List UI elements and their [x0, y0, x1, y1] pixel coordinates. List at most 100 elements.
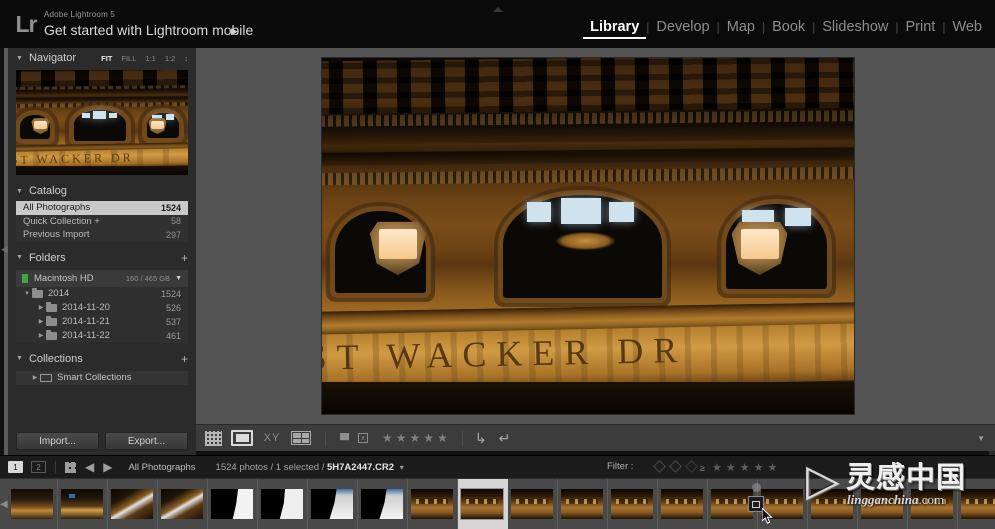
rotate-left-icon[interactable]: ↳: [475, 430, 487, 447]
filter-star-5-icon[interactable]: ★: [767, 461, 777, 474]
identity-plate-headline[interactable]: Get started with Lightroom mobile: [44, 22, 253, 38]
forward-arrow-icon[interactable]: ▶: [103, 460, 112, 474]
collection-row-smart-collections[interactable]: ▶ Smart Collections: [16, 370, 188, 385]
filmstrip-thumbnail[interactable]: [358, 478, 408, 529]
filmstrip-thumbnail[interactable]: [58, 478, 108, 529]
filter-flag-unflagged-icon[interactable]: [669, 460, 682, 473]
compare-view-icon[interactable]: XY: [262, 431, 282, 446]
current-filename[interactable]: 5H7A2447.CR2: [327, 462, 394, 473]
folder-row-2014-11-20[interactable]: ▶ 2014-11-20 526: [16, 301, 188, 315]
grid-view-icon[interactable]: [65, 461, 76, 473]
chevron-down-icon[interactable]: ▼: [16, 55, 23, 62]
volume-browser-macintosh-hd[interactable]: Macintosh HD 160 / 465 GB ▼: [16, 269, 188, 287]
folders-section: ▼ Folders + Macintosh HD 160 / 465 GB ▼ …: [8, 248, 196, 343]
top-panel-toggle[interactable]: [489, 5, 507, 12]
filter-star-2-icon[interactable]: ★: [726, 461, 736, 474]
star-2-icon[interactable]: ★: [396, 431, 407, 445]
zoom-mode-fill[interactable]: FILL: [121, 54, 136, 63]
back-arrow-icon[interactable]: ◀: [85, 460, 94, 474]
star-3-icon[interactable]: ★: [410, 431, 421, 445]
filmstrip-thumbnail[interactable]: [558, 478, 608, 529]
module-web[interactable]: Web: [945, 19, 989, 35]
filmstrip-source-label[interactable]: All Photographs: [128, 462, 195, 473]
chevron-down-icon[interactable]: ▾: [400, 463, 404, 472]
filter-star-group[interactable]: ≥ ★ ★ ★ ★ ★: [700, 461, 777, 474]
catalog-item-quick-collection[interactable]: Quick Collection + 58: [16, 215, 188, 229]
navigator-preview[interactable]: ST WACKER DR: [16, 70, 188, 175]
toolbar-options-caret-icon[interactable]: ▼: [977, 434, 985, 443]
collections-header[interactable]: ▼ Collections +: [8, 349, 196, 369]
catalog-item-all-photographs[interactable]: All Photographs 1524: [16, 201, 188, 215]
chevron-right-icon[interactable]: ▶: [36, 304, 46, 311]
left-panel-collapse-arrow[interactable]: ◀: [1, 244, 8, 256]
folder-row-2014-11-22[interactable]: ▶ 2014-11-22 461: [16, 329, 188, 343]
import-button[interactable]: Import...: [16, 432, 99, 450]
filmstrip-thumbnail[interactable]: [408, 478, 458, 529]
folder-row-2014[interactable]: ▼ 2014 1524: [16, 287, 188, 301]
filter-flag-group[interactable]: [653, 460, 698, 473]
navigator-header[interactable]: ▼ Navigator FIT FILL 1:1 1:2 ↕: [8, 48, 196, 68]
export-button[interactable]: Export...: [105, 432, 188, 450]
filmstrip-thumbnail[interactable]: [8, 478, 58, 529]
add-folder-button[interactable]: +: [181, 251, 188, 265]
filter-operator[interactable]: ≥: [700, 463, 705, 473]
rotate-right-icon[interactable]: ↵: [499, 430, 511, 447]
star-4-icon[interactable]: ★: [423, 431, 434, 445]
filter-flag-pick-icon[interactable]: [653, 460, 666, 473]
module-map[interactable]: Map: [720, 19, 762, 35]
module-book[interactable]: Book: [765, 19, 812, 35]
zoom-mode-1-1[interactable]: 1:1: [145, 54, 155, 63]
play-arrow-icon[interactable]: ▶: [231, 26, 238, 37]
chevron-down-icon[interactable]: ▼: [175, 275, 182, 282]
screen-2-button[interactable]: 2: [31, 461, 46, 473]
filter-star-3-icon[interactable]: ★: [740, 461, 750, 474]
chevron-right-icon[interactable]: ▶: [36, 332, 46, 339]
image-canvas[interactable]: ST WACKER DR: [196, 48, 995, 424]
zoom-mode-1-2[interactable]: 1:2: [165, 54, 175, 63]
survey-view-icon[interactable]: [291, 431, 311, 446]
zoom-mode-fit[interactable]: FIT: [101, 54, 112, 63]
add-collection-button[interactable]: +: [181, 352, 188, 366]
catalog-header[interactable]: ▼ Catalog: [8, 181, 196, 201]
chevron-down-icon[interactable]: ▼: [22, 291, 32, 297]
module-slideshow[interactable]: Slideshow: [815, 19, 895, 35]
thumbnail-image: [61, 489, 104, 519]
zoom-mode-caret-icon[interactable]: ↕: [184, 54, 188, 63]
folder-row-2014-11-21[interactable]: ▶ 2014-11-21 537: [16, 315, 188, 329]
filmstrip-separator: [55, 461, 56, 473]
star-rating-control[interactable]: ★ ★ ★ ★ ★: [382, 431, 448, 445]
module-develop[interactable]: Develop: [649, 19, 716, 35]
filmstrip-thumbnail[interactable]: [508, 478, 558, 529]
flag-reject-icon[interactable]: x: [358, 431, 368, 446]
filmstrip-thumbnail[interactable]: [158, 478, 208, 529]
module-library[interactable]: Library: [583, 19, 647, 39]
module-print[interactable]: Print: [898, 19, 942, 35]
filmstrip-thumbnail[interactable]: [258, 478, 308, 529]
flag-pick-icon[interactable]: [340, 431, 349, 446]
loupe-photo[interactable]: ST WACKER DR: [321, 57, 855, 415]
catalog-item-previous-import[interactable]: Previous Import 297: [16, 228, 188, 242]
filter-flag-reject-icon[interactable]: [685, 460, 698, 473]
chevron-down-icon[interactable]: ▼: [16, 254, 23, 261]
filter-star-1-icon[interactable]: ★: [712, 461, 722, 474]
filmstrip-scroll-left-icon[interactable]: ◀: [0, 499, 8, 510]
chevron-right-icon[interactable]: ▶: [30, 374, 40, 381]
chevron-down-icon[interactable]: ▼: [16, 355, 23, 362]
filter-star-4-icon[interactable]: ★: [754, 461, 764, 474]
folders-header[interactable]: ▼ Folders +: [8, 248, 196, 268]
filmstrip-thumbnail-selected[interactable]: [457, 478, 508, 529]
grid-view-icon[interactable]: [205, 430, 222, 446]
thumbnail-image: [211, 489, 254, 519]
filmstrip-thumbnail[interactable]: [308, 478, 358, 529]
volume-name: Macintosh HD: [34, 272, 94, 284]
filmstrip-thumbnail[interactable]: [208, 478, 258, 529]
filmstrip-thumbnail[interactable]: [658, 478, 708, 529]
loupe-view-icon[interactable]: [231, 430, 253, 446]
screen-1-button[interactable]: 1: [8, 461, 23, 473]
filmstrip-thumbnail[interactable]: [108, 478, 158, 529]
chevron-right-icon[interactable]: ▶: [36, 318, 46, 325]
star-1-icon[interactable]: ★: [382, 431, 393, 445]
chevron-down-icon[interactable]: ▼: [16, 188, 23, 195]
filmstrip-thumbnail[interactable]: [608, 478, 658, 529]
star-5-icon[interactable]: ★: [437, 431, 448, 445]
